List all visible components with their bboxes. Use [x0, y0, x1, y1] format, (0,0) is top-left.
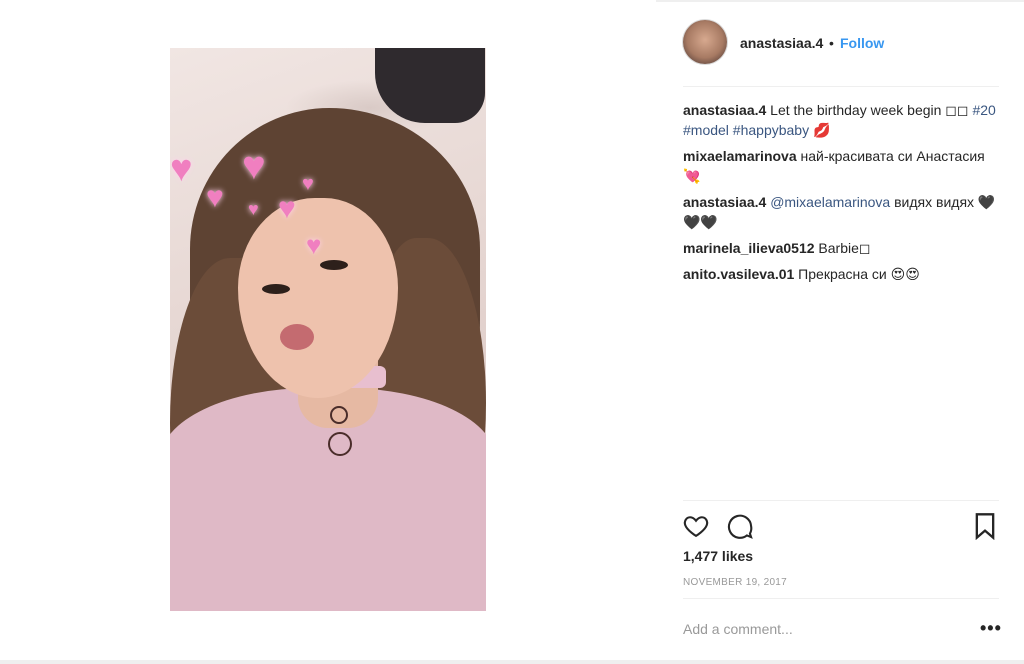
- necklace-ring-large: [328, 432, 352, 456]
- header-divider: [683, 86, 999, 87]
- necklace-ring-small: [330, 406, 348, 424]
- follow-button[interactable]: Follow: [840, 35, 884, 51]
- panel-top-border: [656, 0, 1024, 2]
- speech-bubble-icon[interactable]: [726, 512, 754, 543]
- comment-username[interactable]: anastasiaa.4: [683, 194, 766, 210]
- comment-item: anito.vasileva.01 Прекрасна си 😍😍: [683, 264, 1003, 284]
- page-bottom-bar: [0, 660, 1024, 664]
- comment-text: Прекрасна си 😍😍: [794, 266, 920, 282]
- mention-link[interactable]: @mixaelamarinova: [770, 194, 890, 210]
- comment-divider: [683, 598, 999, 599]
- comment-item: anastasiaa.4 @mixaelamarinova видях видя…: [683, 192, 1003, 232]
- comment-item: marinela_ilieva0512 Barbie◻: [683, 238, 1003, 258]
- heart-filter-icon: ♥: [306, 230, 322, 260]
- heart-filter-icon: ♥: [242, 144, 266, 188]
- heart-filter-icon: ♥: [302, 173, 314, 195]
- comment-item: mixaelamarinova най-красивата си Анастас…: [683, 146, 1003, 186]
- lips-shape: [280, 324, 314, 350]
- post-username[interactable]: anastasiaa.4: [740, 35, 823, 51]
- heart-filter-icon: ♥: [248, 199, 259, 219]
- comment-emoji: 💋: [809, 122, 831, 138]
- avatar[interactable]: [683, 20, 727, 64]
- comment-item: anastasiaa.4 Let the birthday week begin…: [683, 100, 1003, 140]
- comment-text: Let the birthday week begin ◻◻: [766, 102, 973, 118]
- likes-count[interactable]: 1,477 likes: [683, 548, 753, 564]
- background-bag: [375, 48, 485, 123]
- bookmark-icon[interactable]: [972, 512, 998, 543]
- comment-username[interactable]: anastasiaa.4: [683, 102, 766, 118]
- post-date[interactable]: NOVEMBER 19, 2017: [683, 577, 787, 588]
- comment-username[interactable]: marinela_ilieva0512: [683, 240, 815, 256]
- heart-outline-icon[interactable]: [682, 512, 710, 543]
- ellipsis-icon[interactable]: •••: [980, 618, 1002, 639]
- eye-right: [320, 260, 348, 270]
- post-photo[interactable]: ♥ ♥ ♥ ♥ ♥ ♥ ♥: [170, 48, 486, 611]
- comment-list: anastasiaa.4 Let the birthday week begin…: [683, 100, 1003, 290]
- comment-text: Barbie◻: [814, 240, 871, 256]
- heart-filter-icon: ♥: [170, 148, 193, 190]
- heart-filter-icon: ♥: [278, 192, 296, 225]
- eye-left: [262, 284, 290, 294]
- comment-username[interactable]: anito.vasileva.01: [683, 266, 794, 282]
- heart-filter-icon: ♥: [206, 181, 224, 214]
- add-comment-input[interactable]: [683, 618, 953, 640]
- actions-divider: [683, 500, 999, 501]
- separator-dot: •: [829, 35, 834, 51]
- comment-username[interactable]: mixaelamarinova: [683, 148, 797, 164]
